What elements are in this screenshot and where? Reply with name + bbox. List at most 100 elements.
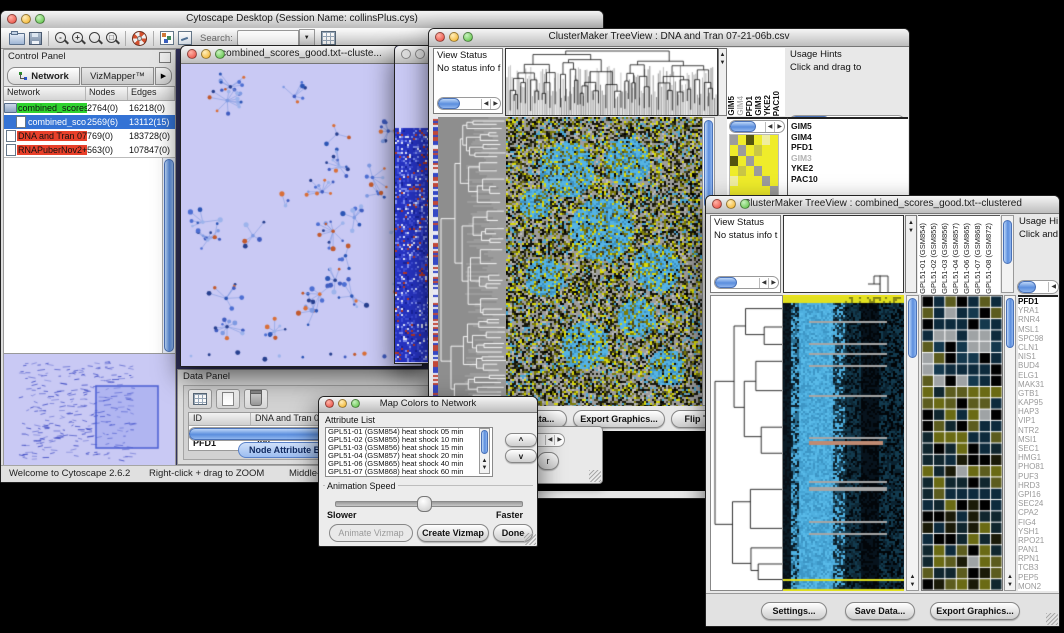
- window-controls[interactable]: [7, 14, 45, 24]
- move-up-button[interactable]: ^: [505, 433, 537, 447]
- network-view-titlebar[interactable]: combined_scores_good.txt--cluste...: [181, 46, 422, 64]
- save-data-button[interactable]: Save Data...: [845, 602, 915, 620]
- similarity-cell[interactable]: [754, 156, 762, 166]
- gene-label[interactable]: CPA2: [1018, 508, 1058, 517]
- gene-label[interactable]: SPC98: [1018, 334, 1058, 343]
- gene-label[interactable]: HAP3: [1018, 407, 1058, 416]
- similarity-cell[interactable]: [730, 135, 738, 145]
- network-graph-canvas[interactable]: [181, 64, 420, 366]
- animate-vizmap-button[interactable]: Animate Vizmap: [329, 524, 413, 542]
- export-graphics-button[interactable]: Export Graphics...: [930, 602, 1020, 620]
- partially-hidden-button[interactable]: r: [537, 452, 559, 470]
- similarity-cell[interactable]: [746, 135, 754, 145]
- minimize-icon[interactable]: [338, 399, 347, 408]
- gene-label[interactable]: BUD4: [1018, 361, 1058, 370]
- row-dendrogram-canvas[interactable]: [710, 295, 783, 591]
- zoom-out-button[interactable]: -: [55, 32, 68, 45]
- minimize-icon[interactable]: [726, 199, 736, 209]
- col-id[interactable]: ID: [189, 413, 251, 425]
- similarity-cell[interactable]: [746, 156, 754, 166]
- column-label[interactable]: GPL51-02 (GSM855): [929, 223, 940, 294]
- similarity-cell[interactable]: [746, 166, 754, 176]
- similarity-cell[interactable]: [762, 156, 770, 166]
- zoom-window-icon[interactable]: [35, 14, 45, 24]
- save-button[interactable]: [29, 32, 42, 45]
- column-label[interactable]: GPL51-01 (GSM854): [918, 223, 929, 294]
- column-labels-scrollbar[interactable]: [1001, 215, 1014, 293]
- network-overview-panel[interactable]: [4, 353, 175, 468]
- zoom-selected-button[interactable]: □: [106, 32, 119, 45]
- gene-label[interactable]: MON2: [1018, 582, 1058, 591]
- column-label[interactable]: GPL51-08 (GSM872): [984, 223, 995, 294]
- gene-label[interactable]: PHO81: [1018, 462, 1058, 471]
- resize-grip[interactable]: [524, 533, 536, 545]
- gene-label[interactable]: SEC24: [1018, 499, 1058, 508]
- gene-label[interactable]: GIM5: [791, 121, 847, 132]
- minimize-icon[interactable]: [449, 32, 459, 42]
- column-label[interactable]: PAC10: [772, 91, 781, 116]
- similarity-cell[interactable]: [754, 166, 762, 176]
- gene-label[interactable]: FIG4: [1018, 518, 1058, 527]
- select-attributes-button[interactable]: [188, 389, 212, 409]
- close-icon[interactable]: [325, 399, 334, 408]
- network-list-scrollbar[interactable]: [162, 158, 175, 353]
- gene-label[interactable]: HMG1: [1018, 453, 1058, 462]
- column-label[interactable]: GIM4: [736, 96, 745, 116]
- close-icon[interactable]: [712, 199, 722, 209]
- column-label[interactable]: GPL51-07 (GSM868): [973, 223, 984, 294]
- zoom-in-button[interactable]: +: [72, 32, 85, 45]
- gene-label[interactable]: NIS1: [1018, 352, 1058, 361]
- similarity-cell[interactable]: [762, 176, 770, 186]
- minimize-icon[interactable]: [201, 49, 211, 59]
- similarity-cell[interactable]: [762, 145, 770, 155]
- similarity-cell[interactable]: [738, 166, 746, 176]
- column-label[interactable]: PFD1: [745, 96, 754, 116]
- main-titlebar[interactable]: Cytoscape Desktop (Session Name: collins…: [1, 11, 603, 29]
- similarity-cell[interactable]: [738, 176, 746, 186]
- dense-network-canvas[interactable]: [395, 64, 429, 362]
- tab-vizmapper[interactable]: VizMapper™: [81, 67, 154, 85]
- zoom-window-icon[interactable]: [351, 399, 360, 408]
- column-label[interactable]: GPL51-03 (GSM856): [940, 223, 951, 294]
- resize-grip[interactable]: [589, 470, 601, 482]
- column-label[interactable]: GPL51-06 (GSM865): [962, 223, 973, 294]
- tab-overflow-button[interactable]: ▶: [155, 67, 172, 85]
- network-overview-canvas[interactable]: [4, 354, 173, 466]
- gene-label[interactable]: YRA1: [1018, 306, 1058, 315]
- vizmap-button[interactable]: [160, 31, 174, 45]
- column-label[interactable]: GIM5: [727, 96, 736, 116]
- similarity-cell[interactable]: [738, 156, 746, 166]
- gene-label[interactable]: NTR2: [1018, 426, 1058, 435]
- gene-label[interactable]: YSH1: [1018, 527, 1058, 536]
- gene-label[interactable]: PAC10: [791, 174, 847, 185]
- gene-label[interactable]: GIM3: [791, 153, 847, 164]
- similarity-cell[interactable]: [738, 145, 746, 155]
- gene-label[interactable]: PUF3: [1018, 472, 1058, 481]
- col-nodes[interactable]: Nodes: [86, 87, 128, 100]
- gene-label[interactable]: GTB1: [1018, 389, 1058, 398]
- col-network[interactable]: Network: [4, 87, 86, 100]
- similarity-cell[interactable]: [730, 176, 738, 186]
- dendrogram-scroll-strip[interactable]: ▲▼: [718, 48, 727, 116]
- similarity-cell[interactable]: [770, 135, 778, 145]
- usage-hints-scrollbar[interactable]: ◀: [1017, 280, 1059, 294]
- gene-label[interactable]: RNR4: [1018, 315, 1058, 324]
- gene-label[interactable]: GPI16: [1018, 490, 1058, 499]
- speed-slider-thumb[interactable]: [417, 496, 432, 512]
- annotation-button[interactable]: [178, 31, 192, 45]
- gene-label[interactable]: PFD1: [791, 142, 847, 153]
- heatmap-canvas[interactable]: [506, 117, 702, 406]
- gene-label[interactable]: YKE2: [791, 163, 847, 174]
- treeview2-titlebar[interactable]: ClusterMaker TreeView : combined_scores_…: [706, 196, 1059, 214]
- gene-label[interactable]: PAN1: [1018, 545, 1058, 554]
- network-row-selected[interactable]: combined_sco 2569(6) 13112(15): [4, 115, 175, 129]
- delete-attribute-button[interactable]: [244, 389, 268, 409]
- zoom-fit-button[interactable]: [89, 32, 102, 45]
- gene-label[interactable]: RPO21: [1018, 536, 1058, 545]
- minimize-icon[interactable]: [21, 14, 31, 24]
- background-network-window[interactable]: [394, 45, 432, 364]
- settings-button[interactable]: Settings...: [761, 602, 827, 620]
- search-input[interactable]: [237, 30, 299, 46]
- zoom-window-icon[interactable]: [740, 199, 750, 209]
- similarity-cell[interactable]: [754, 176, 762, 186]
